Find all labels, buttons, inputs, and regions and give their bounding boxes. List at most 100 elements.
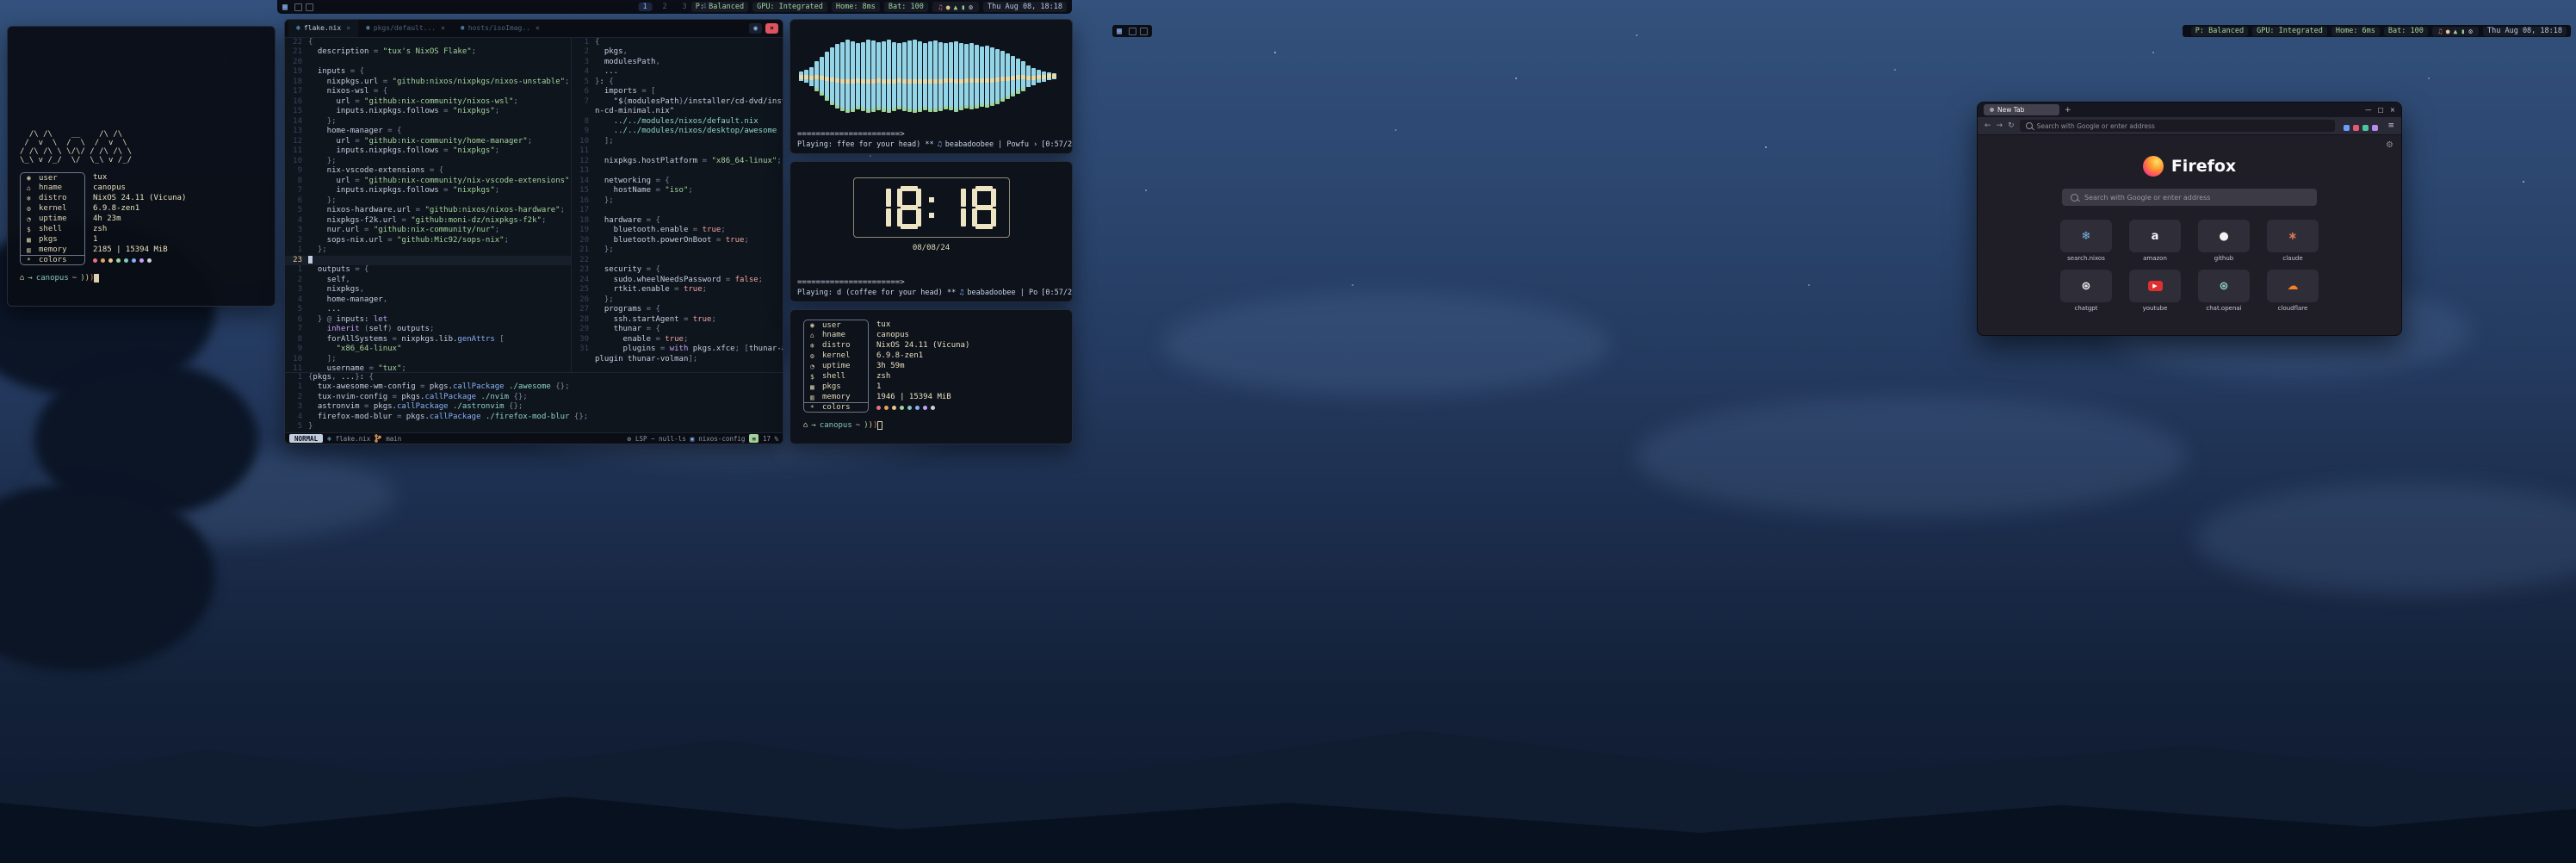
back-button[interactable]: ← <box>1985 121 1991 130</box>
shell-prompt[interactable]: ⌂→canopus~))) <box>20 274 264 282</box>
viz-bottom <box>825 81 829 97</box>
terminal-window-fetch[interactable]: /\ /\ __ /\ /\ / v \ / \ / v \ / /\ /\ \… <box>7 26 276 307</box>
terminal-window-fetch-right[interactable]: ◉usertux⌂hnamecanopus❄distroNixOS 24.11 … <box>790 309 1073 444</box>
line-number: 24 <box>572 276 589 286</box>
layout-indicator-icon[interactable] <box>294 3 302 11</box>
viz-bar <box>799 23 803 129</box>
viz-tip <box>1000 98 1005 102</box>
line-number: 17 <box>285 87 302 97</box>
forward-button[interactable]: → <box>1997 121 2003 130</box>
workspace-3[interactable]: 3 <box>678 3 691 11</box>
menu-button[interactable]: ≡ <box>2387 121 2394 130</box>
audio-visualizer <box>790 20 1072 129</box>
settings-icon[interactable]: ⚙ <box>969 3 973 11</box>
shortcut-amazon[interactable]: aamazon <box>2127 220 2183 262</box>
url-bar[interactable]: Search with Google or enter address <box>2020 120 2336 132</box>
battery-icon[interactable]: ▮ <box>961 3 965 11</box>
neovim-editor-window[interactable]: ❄flake.nix×❄pkgs/default...×❄hosts/isoIm… <box>284 19 783 444</box>
code-pane-iso-image[interactable]: 1{2 pkgs,3 modulesPath,4 ...5}: {6 impor… <box>572 38 783 372</box>
code-line: 21 description = "tux's NixOS Flake"; <box>285 47 571 58</box>
line-number: 1 <box>285 265 302 276</box>
close-button[interactable]: × <box>2390 106 2395 114</box>
shell-prompt[interactable]: ⌂→canopus~))) <box>803 421 1061 430</box>
shortcut-github[interactable]: ●github <box>2195 220 2252 262</box>
buffer-preview-button[interactable]: ◉ <box>749 23 762 34</box>
shortcut-search.nixos[interactable]: ❄search.nixos <box>2058 220 2115 262</box>
settings-icon[interactable]: ⚙ <box>2468 28 2473 35</box>
pkgs-icon: ▦ <box>810 383 818 391</box>
code-line: 22{ <box>285 38 571 48</box>
tasklist-indicator-icon[interactable] <box>306 3 313 11</box>
workspace-2[interactable]: 2 <box>658 3 672 11</box>
code-pane-pkgs-default[interactable]: 1{pkgs, ...}: {1 tux-awesome-wm-config =… <box>285 373 783 433</box>
extension-icon[interactable] <box>2344 125 2350 131</box>
code-text: }; <box>308 245 327 256</box>
tasklist-indicator-icon[interactable] <box>1140 28 1148 35</box>
maximize-button[interactable]: □ <box>2378 106 2384 114</box>
extension-icon[interactable] <box>2362 125 2369 131</box>
music-icon[interactable]: ♫ <box>2438 28 2443 35</box>
launcher-grid-icon[interactable]: ▦ <box>1117 27 1122 36</box>
viz-bar <box>892 23 896 129</box>
workspace-1[interactable]: 1 <box>638 3 652 11</box>
firefox-logo-icon <box>2143 156 2164 177</box>
line-number: 4 <box>285 216 302 227</box>
code-pane-flake-nix[interactable]: 22{21 description = "tux's NixOS Flake";… <box>285 38 572 372</box>
github-icon: ● <box>2219 230 2228 243</box>
fetch-label: memory <box>39 245 67 254</box>
personalize-gear-icon[interactable]: ⚙ <box>2386 140 2393 150</box>
extension-icon[interactable] <box>2372 125 2378 131</box>
minimize-button[interactable]: — <box>2365 106 2372 114</box>
browser-tab-new-tab[interactable]: New Tab <box>1984 104 2059 115</box>
notification-icon[interactable]: ● <box>946 3 951 11</box>
fetch-label: pkgs <box>39 235 58 244</box>
line-number: 13 <box>285 127 302 137</box>
clock-window[interactable]: 08/08/24 ======================> Playing… <box>790 161 1073 302</box>
battery-module: Bat: 100 <box>884 2 928 12</box>
music-icon[interactable]: ♫ <box>938 3 943 11</box>
tab-close-icon[interactable]: × <box>441 24 445 32</box>
tab-close-icon[interactable]: × <box>346 24 350 32</box>
code-text: description = "tux's NixOS Flake"; <box>308 47 476 58</box>
shortcut-youtube[interactable]: ▶youtube <box>2127 270 2183 312</box>
battery-icon[interactable]: ▮ <box>2461 28 2465 35</box>
buffer-close-button[interactable]: × <box>765 23 778 34</box>
network-icon[interactable]: ▲ <box>954 3 958 11</box>
scroll-position-icon: ≡ <box>749 434 759 443</box>
fetch-label: user <box>39 174 58 183</box>
workspace-4[interactable]: 4 <box>697 3 711 11</box>
viz-top <box>871 40 876 79</box>
reload-button[interactable]: ↻ <box>2008 121 2015 130</box>
code-line: 6 imports = [ <box>572 87 783 97</box>
code-line: 16 url = "github:nix-community/nixos-wsl… <box>285 97 571 108</box>
code-line: 2 self, <box>285 276 571 286</box>
newtab-search-input[interactable]: Search with Google or enter address <box>2062 189 2317 206</box>
layout-indicator-icon[interactable] <box>1129 28 1136 35</box>
network-icon[interactable]: ▲ <box>2454 28 2458 35</box>
fetch-key: ❄distro <box>803 340 869 351</box>
editor-tab-flake.nix[interactable]: ❄flake.nix× <box>288 20 358 37</box>
visualizer-window[interactable]: ======================> Playing: ffee fo… <box>790 19 1073 154</box>
code-line: 5}: { <box>572 78 783 88</box>
launcher-grid-icon[interactable]: ▦ <box>282 3 288 12</box>
shortcut-cloudflare[interactable]: ☁cloudflare <box>2264 270 2321 312</box>
shortcut-label: chat.openai <box>2206 305 2241 312</box>
tab-close-icon[interactable]: × <box>536 24 540 32</box>
shortcut-chat.openai[interactable]: ⊛chat.openai <box>2195 270 2252 312</box>
search-placeholder: Search with Google or enter address <box>2084 194 2210 202</box>
notification-icon[interactable]: ● <box>2446 28 2450 35</box>
shortcut-chatgpt[interactable]: ⊛chatgpt <box>2058 270 2115 312</box>
code-line: 11 username = "tux"; <box>285 364 571 371</box>
extension-icon[interactable] <box>2353 125 2359 131</box>
editor-tab-pkgs/default...[interactable]: ❄pkgs/default...× <box>358 20 453 37</box>
editor-tab-hosts/isoImag..[interactable]: ❄hosts/isoImag..× <box>453 20 548 37</box>
viz-bottom <box>944 83 948 106</box>
firefox-window[interactable]: New Tab + — □ × ← → ↻ Search with Google… <box>1977 102 2402 336</box>
fetch-label: shell <box>822 372 845 381</box>
new-tab-button[interactable]: + <box>2065 106 2071 115</box>
viz-top <box>866 40 870 79</box>
line-number: 16 <box>572 196 589 207</box>
shortcut-claude[interactable]: ∗claude <box>2264 220 2321 262</box>
home-icon: ⌂ <box>20 274 24 282</box>
viz-top <box>913 40 917 79</box>
